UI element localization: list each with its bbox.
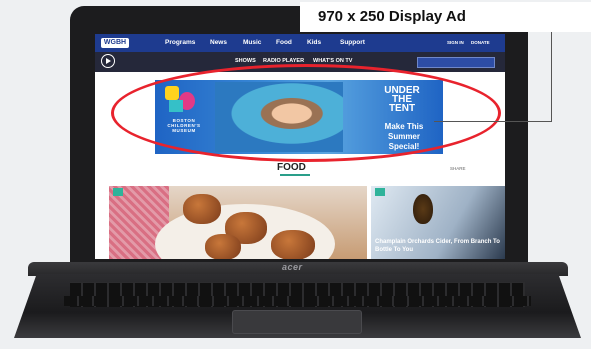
share-label[interactable]: SHARE [450, 166, 466, 171]
section-title: FOOD [277, 162, 306, 173]
cider-glass [413, 194, 433, 224]
laptop-brand: acer [282, 262, 303, 272]
callout-line [434, 121, 552, 122]
nav-donate[interactable]: DONATE [471, 40, 490, 45]
category-badge [375, 188, 385, 196]
pastry [205, 234, 241, 259]
browser-screen: WGBH Programs News Music Food Kids Suppo… [95, 34, 505, 259]
touchpad [232, 310, 362, 334]
search-input[interactable] [417, 57, 495, 68]
play-icon[interactable] [101, 54, 115, 68]
pastry [271, 230, 315, 259]
card-title[interactable]: Champlain Orchards Cider, From Branch To… [375, 238, 503, 254]
nav-support[interactable]: Support [340, 39, 365, 46]
site-navbar [95, 34, 505, 52]
category-badge [113, 188, 123, 196]
callout-line [551, 31, 552, 122]
site-logo[interactable]: WGBH [101, 38, 129, 48]
nav-news[interactable]: News [210, 39, 227, 46]
nav-sign-in[interactable]: SIGN IN [447, 40, 464, 45]
nav-music[interactable]: Music [243, 39, 261, 46]
section-underline [280, 174, 310, 176]
subnav-tv[interactable]: WHAT'S ON TV [313, 58, 352, 64]
subnav-shows[interactable]: SHOWS [235, 58, 256, 64]
highlight-ellipse [111, 64, 501, 162]
pastry [183, 194, 221, 224]
keyboard-row [64, 296, 531, 306]
nav-programs[interactable]: Programs [165, 39, 195, 46]
callout-label: 970 x 250 Display Ad [318, 8, 466, 25]
nav-kids[interactable]: Kids [307, 39, 321, 46]
nav-food[interactable]: Food [276, 39, 292, 46]
